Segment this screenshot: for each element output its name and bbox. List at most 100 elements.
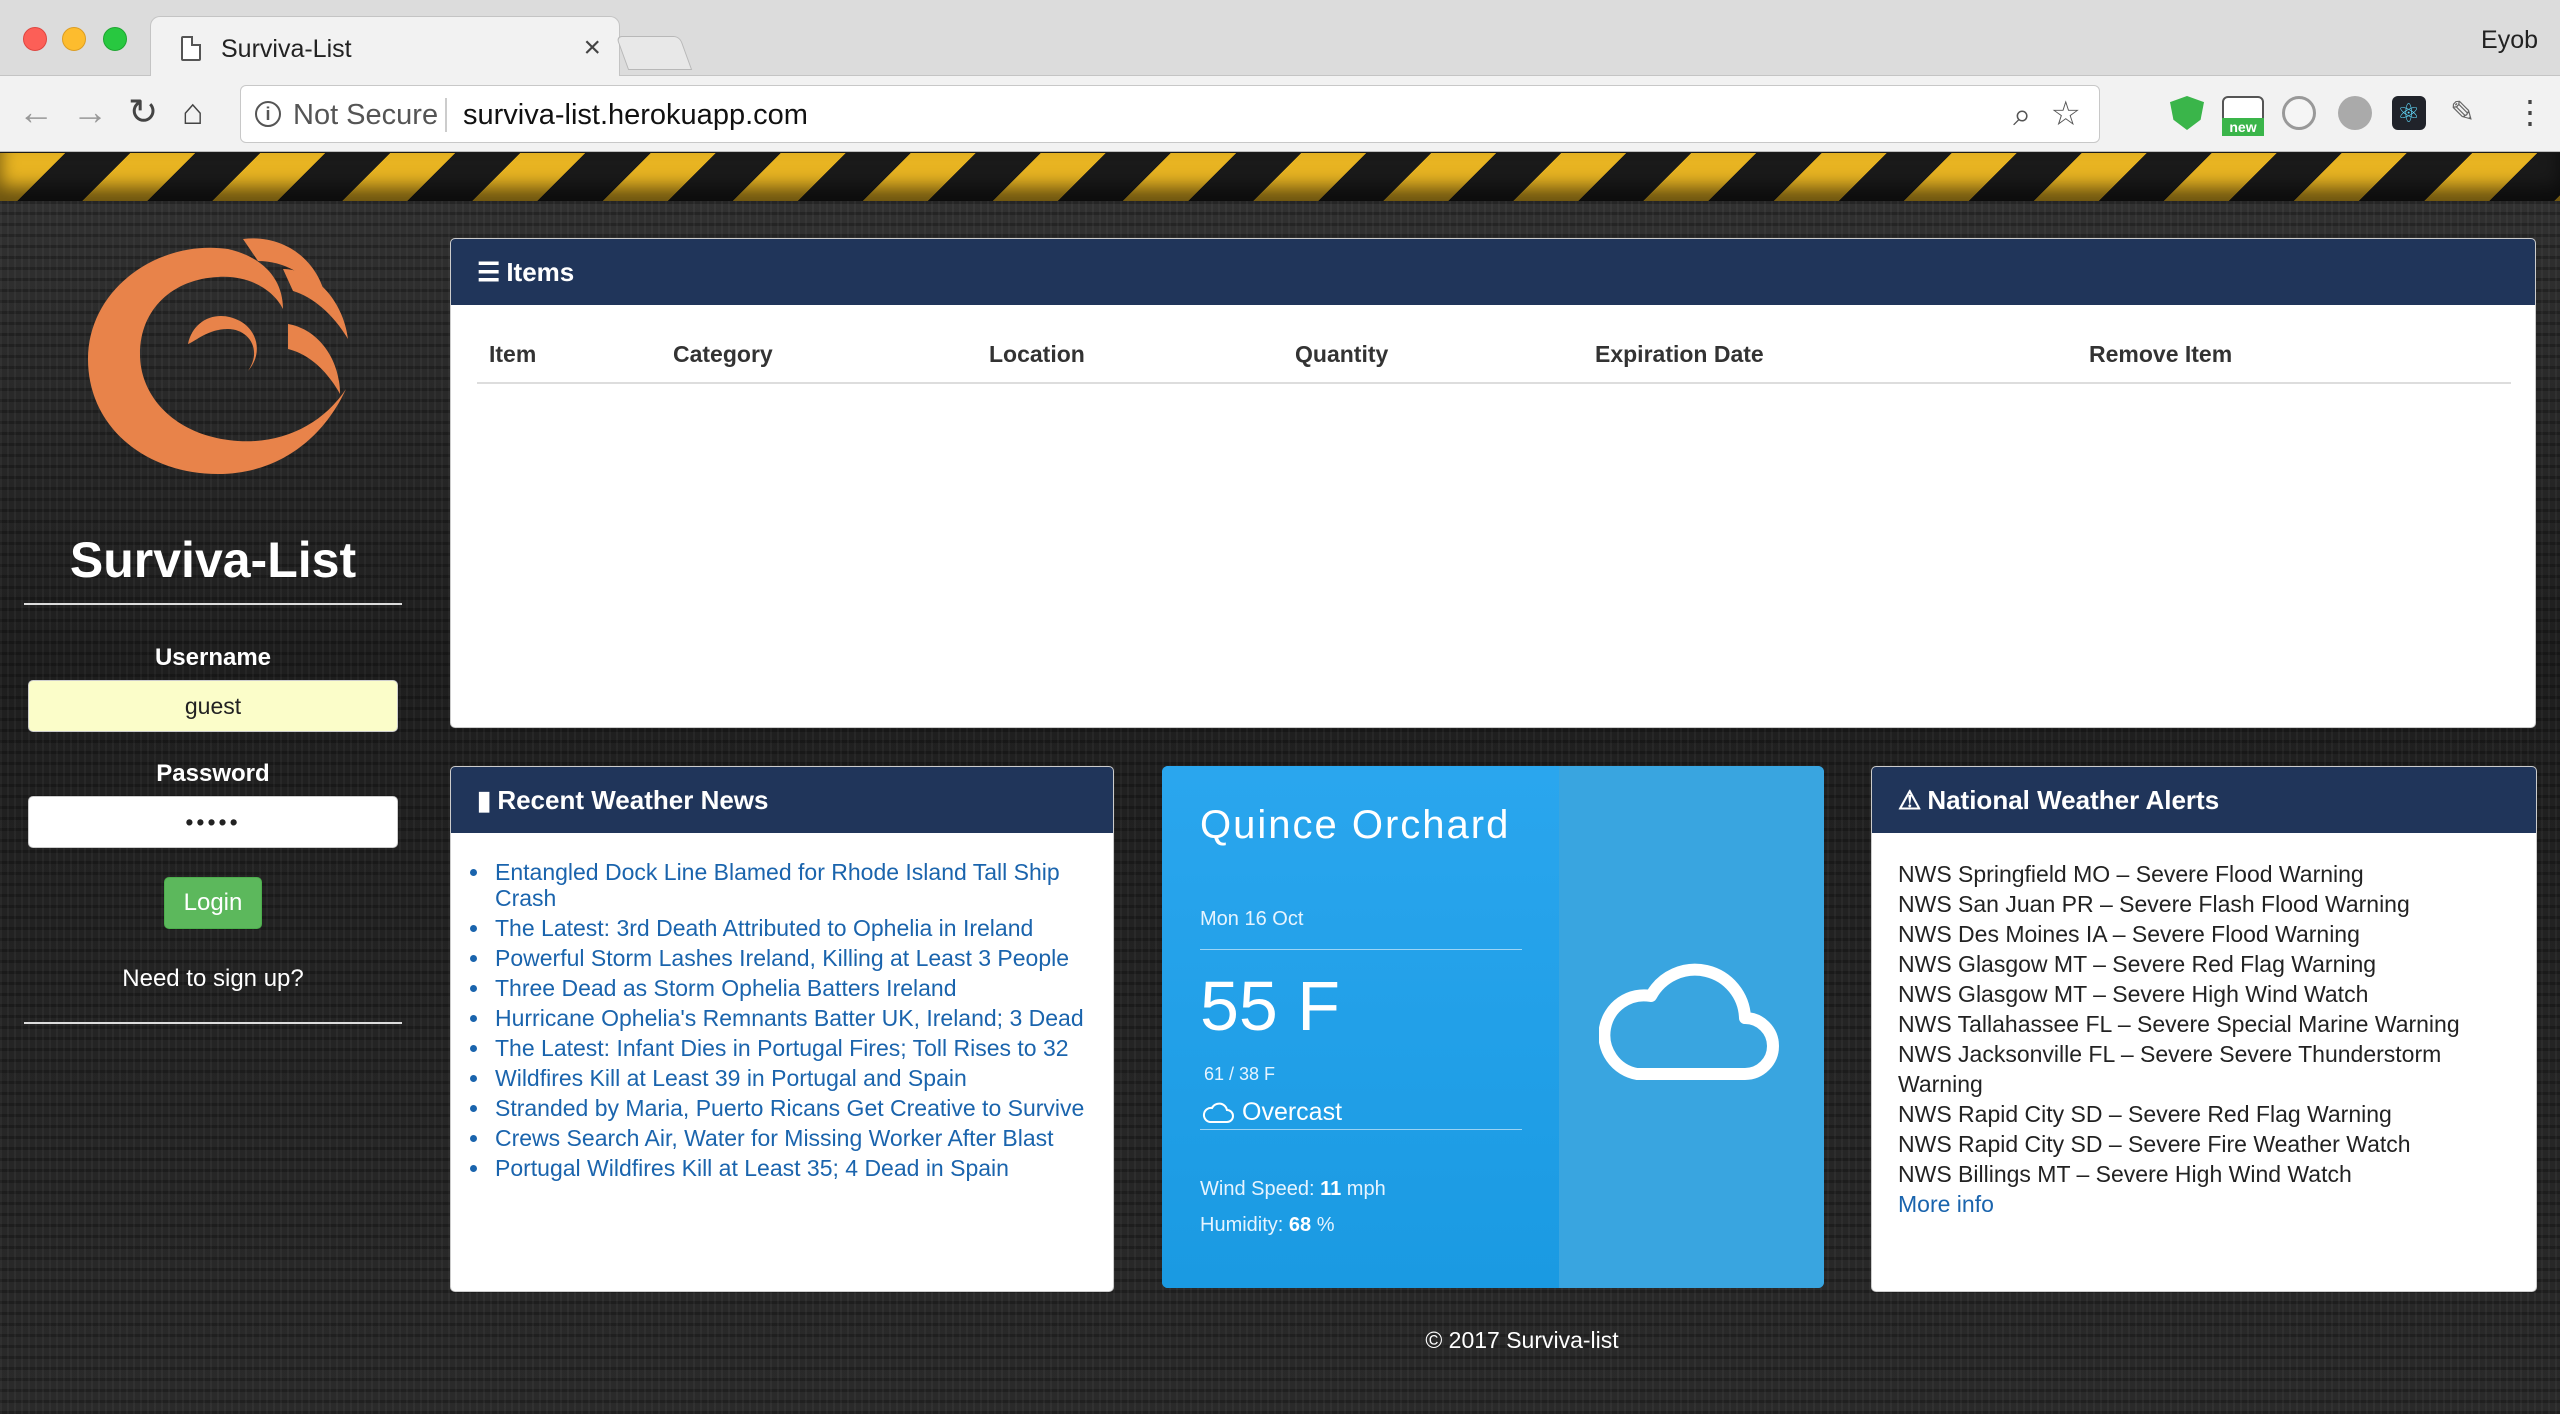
news-link[interactable]: The Latest: Infant Dies in Portugal Fire… xyxy=(491,1035,1093,1061)
news-panel-title: Recent Weather News xyxy=(497,785,769,815)
page-content: Surviva-List Username guest Password •••… xyxy=(0,153,2560,1414)
column-header-item[interactable]: Item xyxy=(477,331,661,384)
news-link[interactable]: Hurricane Ophelia's Remnants Batter UK, … xyxy=(491,1005,1093,1031)
column-header-location[interactable]: Location xyxy=(977,331,1283,384)
weather-wind: Wind Speed: 11 mph xyxy=(1200,1178,1386,1201)
reload-icon[interactable]: ↻ xyxy=(128,92,158,132)
security-label[interactable]: Not Secure xyxy=(293,99,438,132)
items-panel-title: Items xyxy=(506,257,575,287)
news-link[interactable]: Wildfires Kill at Least 39 in Portugal a… xyxy=(491,1065,1093,1091)
zoom-icon[interactable]: ⌕ xyxy=(2013,96,2031,134)
circle-extension-icon[interactable] xyxy=(2282,96,2316,130)
signup-link[interactable]: Need to sign up? xyxy=(0,965,426,993)
footer-copyright: © 2017 Surviva-list xyxy=(1425,1327,1619,1353)
browser-tab-bar: Surviva-List × Eyob xyxy=(0,0,2560,77)
eyedropper-icon[interactable]: ✎ xyxy=(2450,96,2484,130)
column-header-category[interactable]: Category xyxy=(661,331,977,384)
browser-menu-icon[interactable]: ⋮ xyxy=(2514,94,2546,130)
news-link[interactable]: The Latest: 3rd Death Attributed to Ophe… xyxy=(491,915,1093,941)
tab-close-icon[interactable]: × xyxy=(583,31,601,65)
back-arrow-icon[interactable]: ← xyxy=(18,92,54,132)
home-icon[interactable]: ⌂ xyxy=(182,92,204,132)
window-minimize-button[interactable] xyxy=(62,27,86,51)
window-maximize-button[interactable] xyxy=(103,27,127,51)
weather-card: Quince Orchard Mon 16 Oct 55 F 61 / 38 F… xyxy=(1162,766,1824,1288)
surviva-list-logo xyxy=(88,238,348,474)
password-input[interactable]: ••••• xyxy=(28,796,398,848)
weather-news-panel: ▮Recent Weather News Entangled Dock Line… xyxy=(450,766,1114,1292)
wind-label: Wind Speed: xyxy=(1200,1178,1321,1200)
news-list: Entangled Dock Line Blamed for Rhode Isl… xyxy=(451,833,1113,1181)
news-link[interactable]: Powerful Storm Lashes Ireland, Killing a… xyxy=(491,945,1093,971)
alert-item: NWS Rapid City SD – Severe Red Flag Warn… xyxy=(1898,1101,2392,1127)
tab-title: Surviva-List xyxy=(221,35,352,63)
new-badge: new xyxy=(2222,118,2264,136)
window-close-button[interactable] xyxy=(23,27,47,51)
new-tab-button[interactable] xyxy=(615,36,693,70)
items-panel: ☰ Items Item Category Location Quantity E… xyxy=(450,238,2536,728)
grey-extension-icon[interactable] xyxy=(2338,96,2372,130)
login-button[interactable]: Login xyxy=(164,877,262,929)
news-link[interactable]: Stranded by Maria, Puerto Ricans Get Cre… xyxy=(491,1095,1093,1121)
book-icon: ▮ xyxy=(477,785,492,815)
url-text[interactable]: surviva-list.herokuapp.com xyxy=(463,99,808,132)
items-table-header-row: Item Category Location Quantity Expirati… xyxy=(477,331,2511,384)
news-link[interactable]: Entangled Dock Line Blamed for Rhode Isl… xyxy=(491,859,1093,911)
bookmark-star-icon[interactable]: ☆ xyxy=(2051,94,2081,134)
weather-condition: Overcast xyxy=(1242,1098,1343,1126)
items-table: Item Category Location Quantity Expirati… xyxy=(477,331,2511,384)
column-header-remove-item[interactable]: Remove Item xyxy=(2077,331,2511,384)
weather-icon-panel xyxy=(1559,766,1824,1288)
wind-value: 11 xyxy=(1320,1178,1342,1200)
weather-divider xyxy=(1200,949,1522,950)
items-panel-header: ☰ Items xyxy=(451,239,2535,305)
weather-temp-range: 61 / 38 F xyxy=(1204,1064,1276,1084)
info-icon[interactable]: i xyxy=(255,101,281,127)
news-link[interactable]: Crews Search Air, Water for Missing Work… xyxy=(491,1125,1093,1151)
forward-arrow-icon[interactable]: → xyxy=(72,92,108,132)
weather-humidity: Humidity: 68 % xyxy=(1200,1214,1335,1237)
hazard-stripe-banner xyxy=(0,153,2560,201)
news-link[interactable]: Portugal Wildfires Kill at Least 35; 4 D… xyxy=(491,1155,1093,1181)
brand-title: Surviva-List xyxy=(69,532,357,588)
username-input[interactable]: guest xyxy=(28,680,398,732)
alert-item: NWS San Juan PR – Severe Flash Flood War… xyxy=(1898,891,2410,917)
alert-item: NWS Jacksonville FL – Severe Severe Thun… xyxy=(1898,1041,2442,1097)
weather-alerts-panel: ⚠ National Weather Alerts NWS Springfield… xyxy=(1871,766,2537,1292)
alert-item: NWS Springfield MO – Severe Flood Warnin… xyxy=(1898,861,2364,887)
small-cloud-icon xyxy=(1202,1102,1234,1123)
browser-toolbar: ← → ↻ ⌂ i Not Secure surviva-list.heroku… xyxy=(0,76,2560,152)
alerts-list: NWS Springfield MO – Severe Flood Warnin… xyxy=(1872,833,2536,1189)
alerts-panel-title: National Weather Alerts xyxy=(1927,785,2220,815)
cloud-icon xyxy=(1599,963,1779,1080)
shield-extension-icon[interactable] xyxy=(2170,96,2204,130)
sidebar-divider-bottom xyxy=(24,1022,402,1024)
address-bar[interactable]: i Not Secure surviva-list.herokuapp.com … xyxy=(240,85,2100,143)
list-icon: ☰ xyxy=(477,257,501,287)
weather-date: Mon 16 Oct xyxy=(1200,908,1304,930)
humidity-label: Humidity: xyxy=(1200,1214,1289,1236)
news-panel-header: ▮ Recent Weather News xyxy=(451,767,1113,833)
weather-details: Quince Orchard Mon 16 Oct 55 F 61 / 38 F… xyxy=(1162,766,1559,1288)
humidity-unit: % xyxy=(1311,1214,1335,1236)
react-devtools-icon[interactable] xyxy=(2392,96,2426,130)
alerts-panel-header: ⚠ National Weather Alerts xyxy=(1872,767,2536,833)
weather-temperature: 55 F xyxy=(1200,967,1341,1045)
alert-item: NWS Glasgow MT – Severe Red Flag Warning xyxy=(1898,951,2377,977)
profile-name[interactable]: Eyob xyxy=(2481,26,2538,55)
sidebar-divider xyxy=(24,603,402,605)
alert-item: NWS Des Moines IA – Severe Flood Warning xyxy=(1898,921,2360,947)
alert-item: NWS Billings MT – Severe High Wind Watch xyxy=(1898,1161,2352,1187)
warning-icon: ⚠ xyxy=(1898,785,1922,815)
document-icon xyxy=(181,36,201,61)
column-header-quantity[interactable]: Quantity xyxy=(1283,331,1583,384)
column-header-expiration-date[interactable]: Expiration Date xyxy=(1583,331,2077,384)
more-info-link[interactable]: More info xyxy=(1872,1189,2536,1219)
screenshot-extension-icon[interactable]: new xyxy=(2222,96,2264,136)
humidity-value: 68 xyxy=(1288,1214,1312,1236)
weather-city: Quince Orchard xyxy=(1200,803,1511,847)
browser-tab[interactable]: Surviva-List × xyxy=(150,16,620,77)
url-separator xyxy=(445,98,447,132)
news-link[interactable]: Three Dead as Storm Ophelia Batters Irel… xyxy=(491,975,1093,1001)
alert-item: NWS Tallahassee FL – Severe Special Mari… xyxy=(1898,1011,2460,1037)
